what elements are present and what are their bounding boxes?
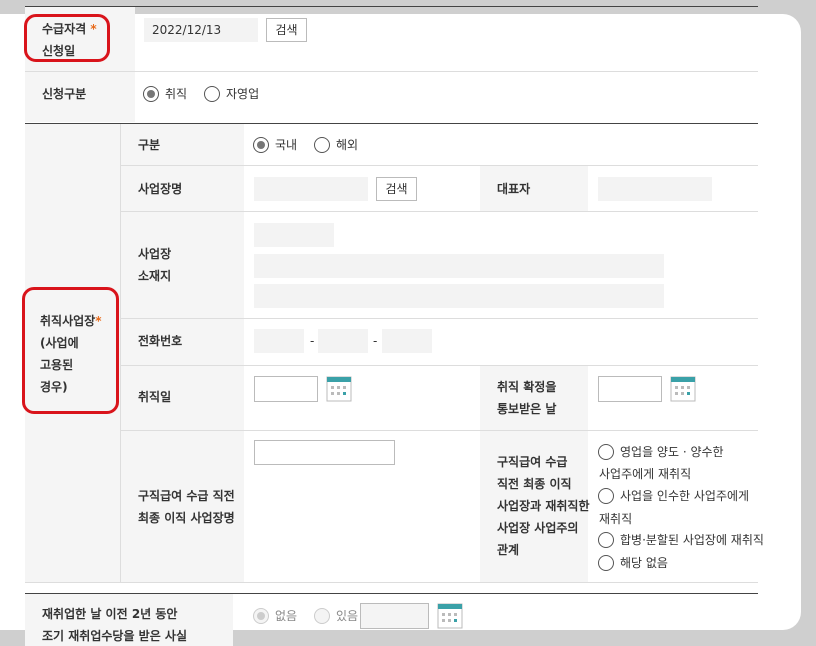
early-allowance-yes-label: 있음	[336, 609, 359, 623]
phone-separator: -	[373, 334, 378, 348]
calendar-icon[interactable]	[326, 376, 352, 402]
early-allowance-date-input[interactable]	[360, 603, 429, 629]
relation-option-acquire-line1: 사업을 인수한 사업주에게	[620, 489, 750, 503]
notice-date-label-line1: 취직 확정을	[497, 380, 557, 394]
relation-label-line4: 사업장 사업주의	[497, 521, 579, 535]
division-domestic-radio[interactable]	[253, 137, 269, 153]
division-domestic-label: 국내	[275, 138, 298, 152]
early-allowance-label-line1: 재취업한 날 이전 2년 동안	[42, 607, 178, 621]
relation-option-none-label: 해당 없음	[620, 556, 668, 570]
phone-label: 전화번호	[138, 334, 183, 348]
relation-option-transfer-radio[interactable]	[598, 444, 614, 460]
relation-label-line5: 관계	[497, 543, 520, 557]
employment-date-input[interactable]	[254, 376, 318, 402]
last-employer-input[interactable]	[254, 440, 395, 465]
address-line2-input[interactable]	[254, 284, 664, 308]
division-label: 구분	[138, 138, 161, 152]
calendar-icon[interactable]	[670, 376, 696, 402]
business-name-label: 사업장명	[138, 182, 183, 196]
employment-date-label: 취직일	[138, 390, 172, 404]
row-divider	[121, 430, 758, 431]
calendar-icon[interactable]	[437, 603, 463, 629]
early-allowance-yes-radio[interactable]	[314, 608, 330, 624]
notice-date-label-line2: 통보받은 날	[497, 402, 557, 416]
row-divider	[121, 211, 758, 212]
phone-part1-input[interactable]	[254, 329, 304, 353]
qualification-date-value: 2022/12/13	[152, 23, 222, 37]
division-overseas-radio[interactable]	[314, 137, 330, 153]
early-allowance-label-line2: 조기 재취업수당을 받은 사실	[42, 629, 188, 643]
relation-option-transfer-line1: 영업을 양도 · 양수한	[620, 445, 724, 459]
early-allowance-none-radio[interactable]	[253, 608, 269, 624]
application-type-selfemployed-radio[interactable]	[204, 86, 220, 102]
relation-option-merger-radio[interactable]	[598, 532, 614, 548]
business-name-search-button[interactable]: 검색	[376, 177, 417, 201]
qualification-search-button[interactable]: 검색	[266, 18, 307, 42]
application-type-employment-radio[interactable]	[143, 86, 159, 102]
relation-option-merger-label: 합병·분할된 사업장에 재취직	[620, 533, 764, 547]
highlight-qualification-label	[24, 14, 110, 62]
application-type-employment-label: 취직	[165, 87, 188, 101]
row-divider	[121, 165, 758, 166]
last-employer-label-line1: 구직급여 수급 직전	[138, 489, 235, 503]
address-zip-input[interactable]	[254, 223, 334, 247]
relation-label-line1: 구직급여 수급	[497, 455, 568, 469]
relation-option-transfer-line2: 사업주에게 재취직	[599, 467, 692, 481]
phone-separator: -	[310, 334, 315, 348]
notice-date-input[interactable]	[598, 376, 662, 402]
relation-option-acquire-line2: 재취직	[599, 512, 633, 526]
relation-option-acquire-radio[interactable]	[598, 488, 614, 504]
highlight-employment-label	[22, 287, 119, 414]
early-allowance-none-label: 없음	[275, 609, 298, 623]
business-name-input[interactable]	[254, 177, 368, 201]
representative-input[interactable]	[598, 177, 712, 201]
address-line1-input[interactable]	[254, 254, 664, 278]
last-employer-label-line2: 최종 이직 사업장명	[138, 511, 235, 525]
address-label-line2: 소재지	[138, 269, 172, 283]
representative-label: 대표자	[497, 182, 531, 196]
relation-label-line2: 직전 최종 이직	[497, 477, 572, 491]
row-divider	[121, 365, 758, 366]
application-type-selfemployed-label: 자영업	[226, 87, 260, 101]
application-type-label: 신청구분	[42, 87, 87, 101]
phone-part3-input[interactable]	[382, 329, 432, 353]
phone-part2-input[interactable]	[318, 329, 368, 353]
relation-label-line3: 사업장과 재취직한	[497, 499, 590, 513]
row-divider	[25, 582, 758, 583]
row-divider	[121, 318, 758, 319]
division-overseas-label: 해외	[336, 138, 359, 152]
address-label-line1: 사업장	[138, 247, 172, 261]
relation-option-none-radio[interactable]	[598, 555, 614, 571]
